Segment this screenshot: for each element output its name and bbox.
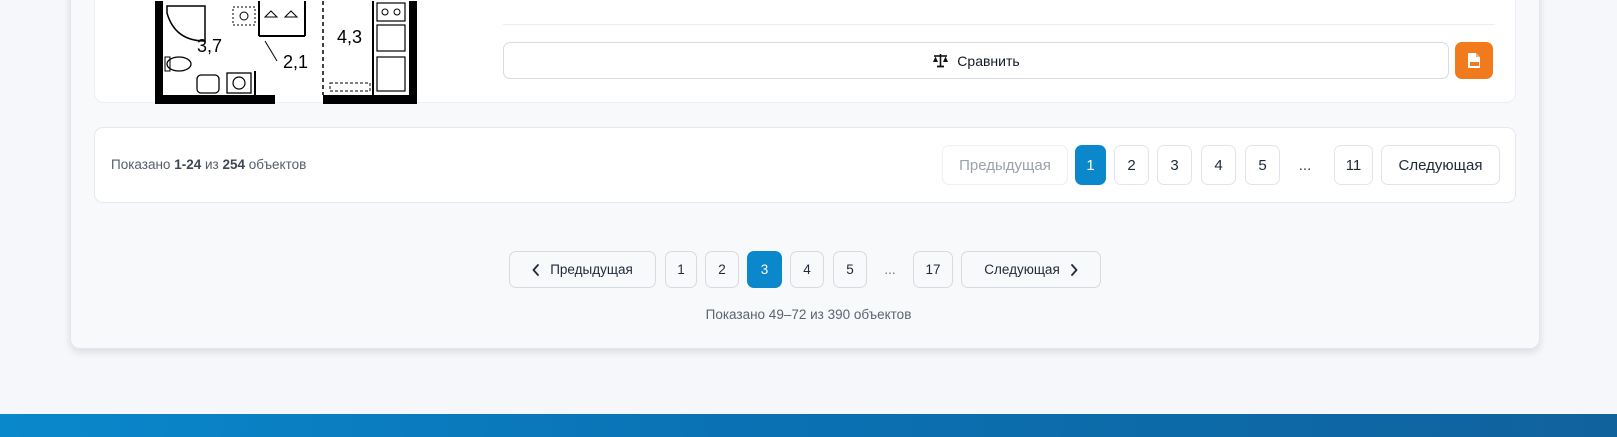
page-button-1[interactable]: 1 [1075, 145, 1106, 185]
page-button-5[interactable]: 5 [1245, 145, 1280, 185]
pdf-file-icon [1468, 53, 1480, 68]
room-area-label: 4,3 [337, 27, 362, 47]
page-button-last[interactable]: 17 [913, 251, 953, 288]
floorplan-image[interactable]: 3,7 2,1 4,3 [155, 1, 417, 104]
room-area-label: 3,7 [197, 36, 222, 56]
pagination-top: Показано 1-24 из 254 объектов Предыдущая… [94, 127, 1516, 203]
page-button-4[interactable]: 4 [1201, 145, 1236, 185]
scales-icon [933, 54, 949, 68]
chevron-right-icon [1070, 263, 1078, 276]
pagination-ellipsis: ... [1298, 156, 1312, 174]
next-label: Следующая [984, 262, 1060, 277]
compare-label: Сравнить [957, 52, 1020, 69]
page-button-1[interactable]: 1 [665, 251, 697, 288]
next-page-button[interactable]: Следующая [961, 251, 1101, 288]
apartment-card[interactable]: 3,7 2,1 4,3 Сравнить [94, 0, 1516, 104]
pdf-download-button[interactable] [1455, 42, 1493, 79]
page-button-5[interactable]: 5 [833, 251, 867, 288]
next-page-button[interactable]: Следующая [1381, 145, 1500, 185]
compare-button[interactable]: Сравнить [503, 42, 1449, 79]
prev-label: Предыдущая [550, 262, 633, 277]
card-divider [503, 24, 1495, 25]
page-button-3[interactable]: 3 [1157, 145, 1192, 185]
page-button-4[interactable]: 4 [790, 251, 824, 288]
prev-page-button[interactable]: Предыдущая [942, 145, 1068, 185]
page-button-2[interactable]: 2 [1114, 145, 1149, 185]
chevron-left-icon [532, 263, 540, 276]
page-button-last[interactable]: 11 [1334, 145, 1373, 185]
room-area-label: 2,1 [283, 52, 308, 72]
results-count-text: Показано 49–72 из 390 объектов [705, 307, 912, 322]
page-button-2[interactable]: 2 [705, 251, 739, 288]
prev-page-button[interactable]: Предыдущая [509, 251, 656, 288]
footer [0, 414, 1617, 437]
pagination-ellipsis: ... [884, 262, 896, 277]
page-button-3[interactable]: 3 [747, 251, 782, 288]
results-count-text: Показано 1-24 из 254 объектов [111, 157, 307, 172]
